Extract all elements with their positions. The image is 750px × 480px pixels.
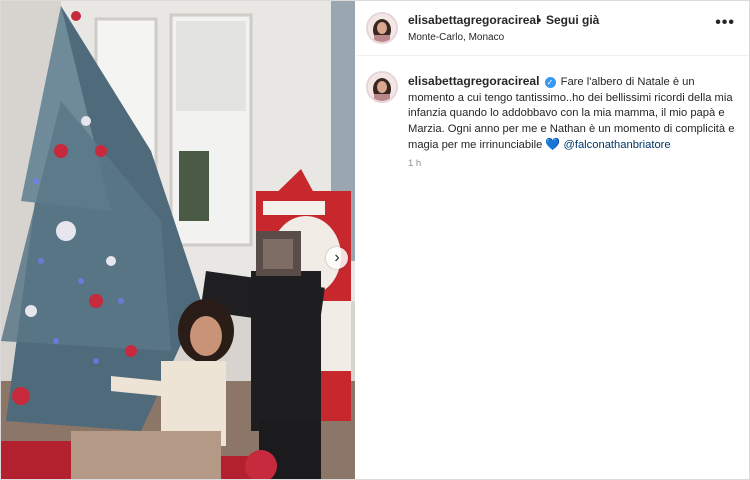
blue-heart-icon: 💙 bbox=[545, 137, 561, 151]
post-photo[interactable]: › bbox=[1, 1, 355, 479]
post-header: elisabettagregoracireal • Segui già Mont… bbox=[356, 1, 749, 56]
caption-avatar[interactable] bbox=[366, 71, 398, 103]
username[interactable]: elisabettagregoracireal bbox=[408, 13, 539, 27]
verified-badge-icon: ✓ bbox=[544, 77, 556, 88]
avatar[interactable] bbox=[366, 12, 398, 44]
christmas-photo-image bbox=[1, 1, 355, 479]
more-options-icon[interactable]: ••• bbox=[715, 15, 735, 31]
chevron-right-icon: › bbox=[334, 249, 340, 266]
avatar-image bbox=[368, 14, 396, 42]
caption-text: elisabettagregoracireal ✓ Fare l'albero … bbox=[408, 74, 735, 154]
mention-link[interactable]: @falconathanbriatore bbox=[563, 139, 670, 151]
post-timestamp: 1 h bbox=[408, 158, 422, 169]
instagram-post: › elisabettagregoracireal • Segui già Mo… bbox=[0, 0, 750, 480]
following-button[interactable]: Segui già bbox=[546, 13, 599, 27]
caption-username[interactable]: elisabettagregoracireal bbox=[408, 74, 539, 88]
location-link[interactable]: Monte-Carlo, Monaco bbox=[408, 32, 504, 43]
avatar-image bbox=[368, 73, 396, 101]
separator-dot: • bbox=[537, 13, 542, 27]
next-photo-button[interactable]: › bbox=[326, 247, 348, 269]
post-sidebar: elisabettagregoracireal • Segui già Mont… bbox=[356, 1, 749, 479]
